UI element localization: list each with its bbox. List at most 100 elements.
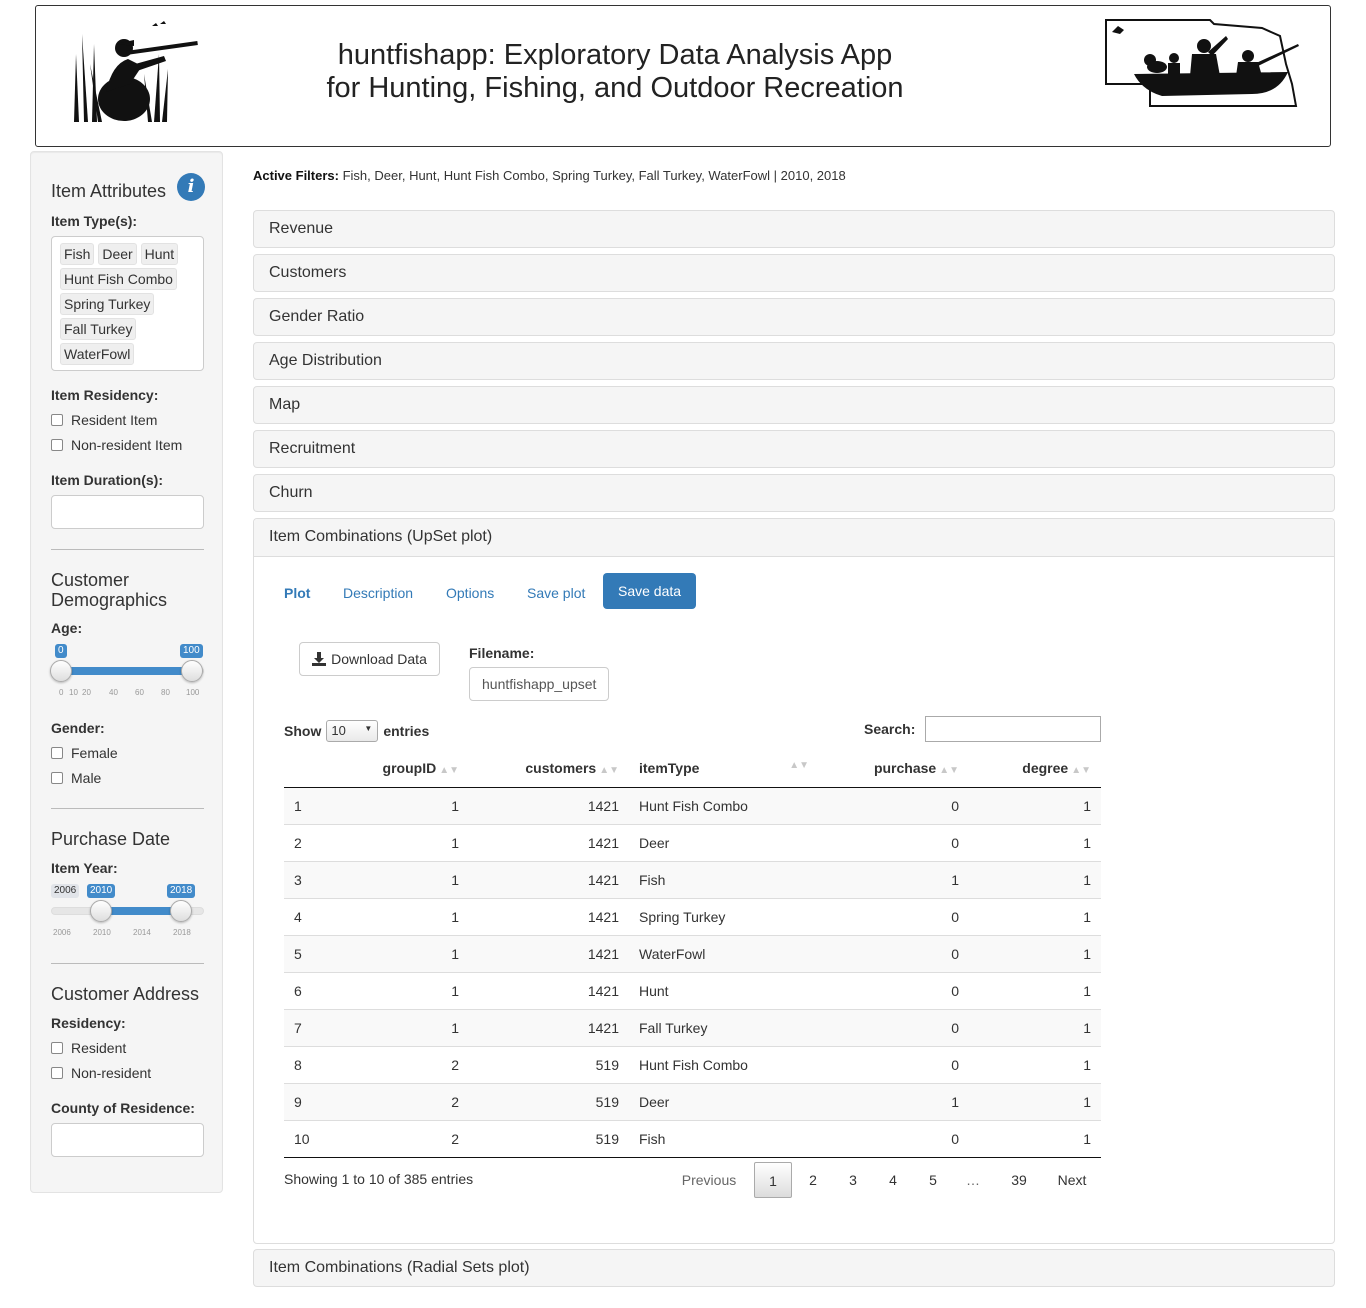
table-row[interactable]: 5 1 1421 WaterFowl 0 1 (284, 934, 1101, 972)
pagination-page-1[interactable]: 1 (754, 1162, 792, 1198)
checkbox-box[interactable] (51, 414, 63, 426)
pagination-page-4[interactable]: 4 (874, 1162, 912, 1198)
year-tick-label: 2018 (173, 928, 191, 937)
tab-description[interactable]: Description (343, 585, 413, 601)
table-cell: 1 (969, 897, 1101, 935)
app-title-line-2: for Hunting, Fishing, and Outdoor Recrea… (326, 72, 904, 104)
item-type-chip[interactable]: Hunt Fish Combo (60, 268, 177, 290)
year-slider-from-handle[interactable] (90, 900, 112, 922)
pagination-page-5[interactable]: 5 (914, 1162, 952, 1198)
age-tick-label: 80 (161, 688, 170, 697)
table-row[interactable]: 3 1 1421 Fish 1 1 (284, 860, 1101, 898)
pagination-next[interactable]: Next (1050, 1162, 1094, 1198)
panel-upset-header[interactable]: Item Combinations (UpSet plot) (254, 519, 1334, 557)
search-input[interactable] (925, 716, 1101, 742)
tab-plot[interactable]: Plot (284, 585, 310, 601)
checkbox-box[interactable] (51, 747, 63, 759)
tab-save-data[interactable]: Save data (603, 573, 697, 609)
column-header-purchase[interactable]: purchase ▲▼ (819, 749, 969, 788)
age-slider-max-handle[interactable] (181, 660, 203, 682)
table-cell: 1 (969, 1119, 1101, 1158)
nonresident-item-checkbox[interactable]: Non-resident Item (51, 437, 182, 453)
column-header-customers[interactable]: customers ▲▼ (469, 749, 629, 788)
divider (51, 963, 204, 964)
info-icon[interactable]: i (177, 173, 205, 201)
age-tick-label: 0 (59, 688, 64, 697)
county-input[interactable] (51, 1123, 204, 1157)
sort-icon: ▲▼ (789, 759, 809, 771)
table-row[interactable]: 4 1 1421 Spring Turkey 0 1 (284, 897, 1101, 935)
table-cell: 1421 (469, 860, 629, 898)
pagination-page-2[interactable]: 2 (794, 1162, 832, 1198)
table-row[interactable]: 6 1 1421 Hunt 0 1 (284, 971, 1101, 1009)
item-type-chip[interactable]: Spring Turkey (60, 293, 155, 315)
pagination-page-3[interactable]: 3 (834, 1162, 872, 1198)
panel-churn[interactable]: Churn (253, 474, 1335, 512)
entries-label: entries (383, 723, 430, 739)
table-cell: 1421 (469, 823, 629, 861)
item-type-chip[interactable]: Fall Turkey (60, 318, 137, 340)
table-cell: Fish (629, 860, 819, 898)
table-cell: 1 (344, 860, 469, 898)
table-cell: 1421 (469, 971, 629, 1009)
resident-item-checkbox[interactable]: Resident Item (51, 412, 157, 428)
item-duration-input[interactable] (51, 495, 204, 529)
column-header-groupid[interactable]: groupID ▲▼ (344, 749, 469, 788)
filename-input[interactable]: huntfishapp_upset (469, 667, 609, 701)
panel-radial-sets[interactable]: Item Combinations (Radial Sets plot) (253, 1249, 1335, 1287)
table-row[interactable]: 1 1 1421 Hunt Fish Combo 0 1 (284, 786, 1101, 824)
item-type-chip[interactable]: Fish (60, 243, 95, 265)
table-row[interactable]: 7 1 1421 Fall Turkey 0 1 (284, 1008, 1101, 1046)
page-length-select[interactable]: 10 ▼ (326, 720, 379, 742)
table-row[interactable]: 2 1 1421 Deer 0 1 (284, 823, 1101, 861)
table-cell: 1421 (469, 1008, 629, 1046)
nonresident-checkbox[interactable]: Non-resident (51, 1065, 151, 1081)
item-type-chip[interactable]: WaterFowl (60, 343, 135, 365)
pagination-previous[interactable]: Previous (674, 1162, 744, 1198)
item-type-chip[interactable]: Deer (98, 243, 137, 265)
table-row[interactable]: 10 2 519 Fish 0 1 (284, 1119, 1101, 1158)
panel-age-distribution[interactable]: Age Distribution (253, 342, 1335, 380)
checkbox-label: Resident (71, 1040, 127, 1056)
year-tick-label: 2006 (53, 928, 71, 937)
checkbox-box[interactable] (51, 772, 63, 784)
male-checkbox[interactable]: Male (51, 770, 101, 786)
year-tick-label: 2010 (93, 928, 111, 937)
panel-revenue[interactable]: Revenue (253, 210, 1335, 248)
item-types-multiselect[interactable]: Fish Deer Hunt Hunt Fish Combo Spring Tu… (51, 236, 204, 371)
year-slider-to-handle[interactable] (170, 900, 192, 922)
table-cell: 1 (969, 823, 1101, 861)
checkbox-box[interactable] (51, 1067, 63, 1079)
panel-gender-ratio[interactable]: Gender Ratio (253, 298, 1335, 336)
download-data-button[interactable]: Download Data (299, 642, 440, 676)
female-checkbox[interactable]: Female (51, 745, 118, 761)
table-row[interactable]: 9 2 519 Deer 1 1 (284, 1082, 1101, 1120)
table-cell: Hunt Fish Combo (629, 1045, 819, 1083)
table-cell: Fall Turkey (629, 1008, 819, 1046)
year-slider-fill (101, 907, 181, 915)
tab-options[interactable]: Options (446, 585, 494, 601)
checkbox-box[interactable] (51, 439, 63, 451)
table-cell: 0 (819, 934, 969, 972)
year-to-badge: 2018 (167, 884, 196, 898)
county-label: County of Residence: (51, 1100, 195, 1116)
age-tick-label: 60 (135, 688, 144, 697)
panel-recruitment[interactable]: Recruitment (253, 430, 1335, 468)
item-type-chip[interactable]: Hunt (140, 243, 179, 265)
table-cell: 2 (284, 823, 344, 861)
column-header-degree[interactable]: degree ▲▼ (969, 749, 1101, 788)
panel-map[interactable]: Map (253, 386, 1335, 424)
table-row[interactable]: 8 2 519 Hunt Fish Combo 0 1 (284, 1045, 1101, 1083)
sort-icon: ▲▼ (1071, 764, 1091, 776)
table-cell: 2 (344, 1045, 469, 1083)
resident-checkbox[interactable]: Resident (51, 1040, 126, 1056)
table-cell: 8 (284, 1045, 344, 1083)
column-header-index (284, 749, 344, 788)
tab-save-plot[interactable]: Save plot (527, 585, 585, 601)
pagination-page-39[interactable]: 39 (1000, 1162, 1038, 1198)
checkbox-box[interactable] (51, 1042, 63, 1054)
age-slider-min-handle[interactable] (50, 660, 72, 682)
table-cell: 1 (344, 934, 469, 972)
column-header-itemtype[interactable]: itemType ▲▼ (629, 749, 819, 788)
panel-customers[interactable]: Customers (253, 254, 1335, 292)
